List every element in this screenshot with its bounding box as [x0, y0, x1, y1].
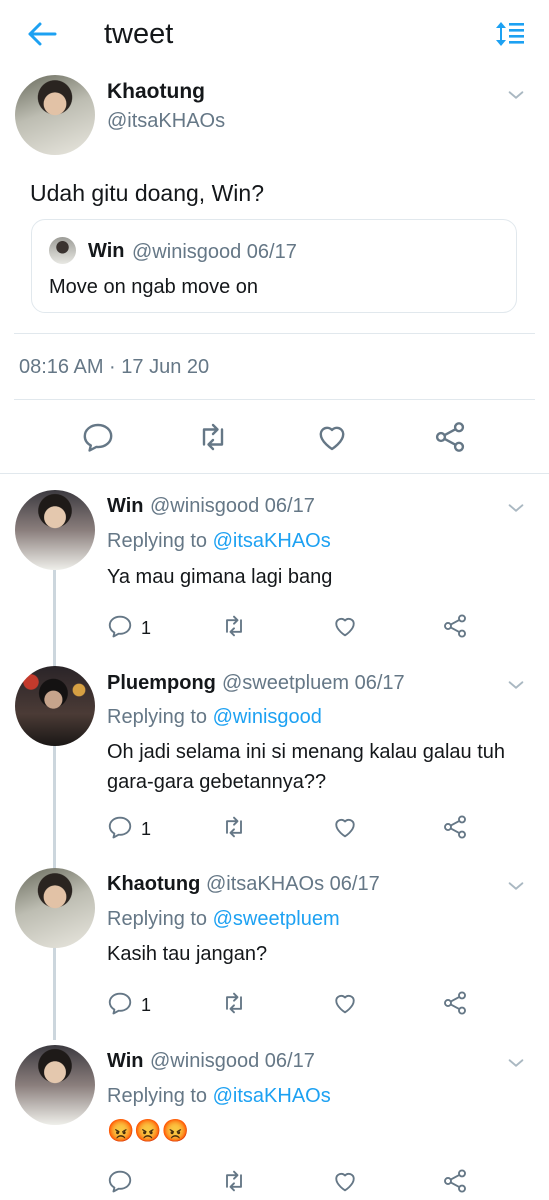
chevron-down-icon[interactable] [503, 674, 529, 696]
reply-count: 1 [141, 819, 152, 839]
author-handle[interactable]: @itsaKHAOs [107, 110, 225, 133]
reply-author-name[interactable]: Khaotung [107, 873, 200, 896]
reply-text-line-1: Oh jadi selama ini si menang kalau galau… [107, 741, 506, 763]
reply-icon[interactable] [106, 612, 134, 640]
reply-author-meta: @itsaKHAOs 06/17 [206, 873, 380, 895]
share-icon[interactable] [441, 1167, 469, 1195]
thread-line [53, 570, 56, 1040]
reply-text-emoji: 😡😡😡 [107, 1118, 190, 1143]
avatar [49, 237, 76, 264]
quote-text: Move on ngab move on [49, 276, 259, 298]
chevron-down-icon[interactable] [503, 497, 529, 519]
reply-icon[interactable] [80, 419, 116, 455]
reply-text: Ya mau gimana lagi bang [107, 566, 333, 588]
quote-author-name: Win [88, 240, 125, 262]
share-icon[interactable] [441, 989, 469, 1017]
replying-to-label: Replying to @winisgood [107, 706, 322, 729]
retweet-icon[interactable] [195, 419, 231, 455]
replying-to-prefix: Replying to [107, 706, 208, 728]
share-icon[interactable] [441, 612, 469, 640]
like-icon[interactable] [331, 813, 359, 841]
sort-icon[interactable] [494, 21, 526, 47]
replying-to-link[interactable]: @itsaKHAOs [213, 530, 331, 552]
reply-author-meta: @winisgood 06/17 [150, 495, 315, 517]
reply-icon[interactable] [106, 1167, 134, 1195]
reply-text-line-2: gara-gara gebetannya?? [107, 771, 327, 793]
quote-author-meta: @winisgood 06/17 [132, 241, 297, 263]
avatar[interactable] [15, 1045, 95, 1125]
replying-to-prefix: Replying to [107, 1085, 208, 1107]
replying-to-label: Replying to @itsaKHAOs [107, 530, 331, 553]
reply-author-meta: @sweetpluem 06/17 [222, 672, 405, 694]
reply-author-name[interactable]: Win [107, 1050, 143, 1073]
reply-icon[interactable] [106, 989, 134, 1017]
like-icon[interactable] [331, 989, 359, 1017]
replying-to-prefix: Replying to [107, 530, 208, 552]
replying-to-prefix: Replying to [107, 908, 208, 930]
back-arrow-icon[interactable] [26, 20, 58, 48]
section-divider [0, 473, 549, 474]
chevron-down-icon[interactable] [503, 875, 529, 897]
reply-count: 1 [141, 995, 152, 1015]
reply-author-name[interactable]: Pluempong [107, 672, 216, 695]
replying-to-link[interactable]: @sweetpluem [213, 908, 340, 930]
replying-to-link[interactable]: @winisgood [213, 706, 322, 728]
share-icon[interactable] [432, 419, 468, 455]
share-icon[interactable] [441, 813, 469, 841]
like-icon[interactable] [331, 612, 359, 640]
like-icon[interactable] [331, 1167, 359, 1195]
avatar[interactable] [15, 490, 95, 570]
reply-icon[interactable] [106, 813, 134, 841]
reply-author-meta: @winisgood 06/17 [150, 1050, 315, 1072]
page-title: tweet [104, 18, 174, 50]
tweet-timestamp: 08:16 AM · 17 Jun 20 [19, 356, 210, 378]
divider [14, 333, 535, 334]
avatar[interactable] [15, 666, 95, 746]
retweet-icon[interactable] [219, 1167, 249, 1195]
retweet-icon[interactable] [219, 813, 249, 841]
quoted-tweet[interactable]: Win @winisgood 06/17 Move on ngab move o… [31, 219, 517, 313]
divider [14, 399, 535, 400]
reply-text: Kasih tau jangan? [107, 943, 268, 965]
avatar[interactable] [15, 75, 95, 155]
replying-to-label: Replying to @itsaKHAOs [107, 1085, 331, 1108]
reply-author-name[interactable]: Win [107, 495, 143, 518]
like-icon[interactable] [314, 419, 350, 455]
retweet-icon[interactable] [219, 612, 249, 640]
chevron-down-icon[interactable] [503, 1052, 529, 1074]
avatar[interactable] [15, 868, 95, 948]
tweet-text: Udah gitu doang, Win? [30, 180, 264, 206]
retweet-icon[interactable] [219, 989, 249, 1017]
author-name[interactable]: Khaotung [107, 80, 205, 104]
replying-to-label: Replying to @sweetpluem [107, 908, 340, 931]
reply-count: 1 [141, 618, 152, 638]
replying-to-link[interactable]: @itsaKHAOs [213, 1085, 331, 1107]
chevron-down-icon[interactable] [503, 84, 529, 106]
